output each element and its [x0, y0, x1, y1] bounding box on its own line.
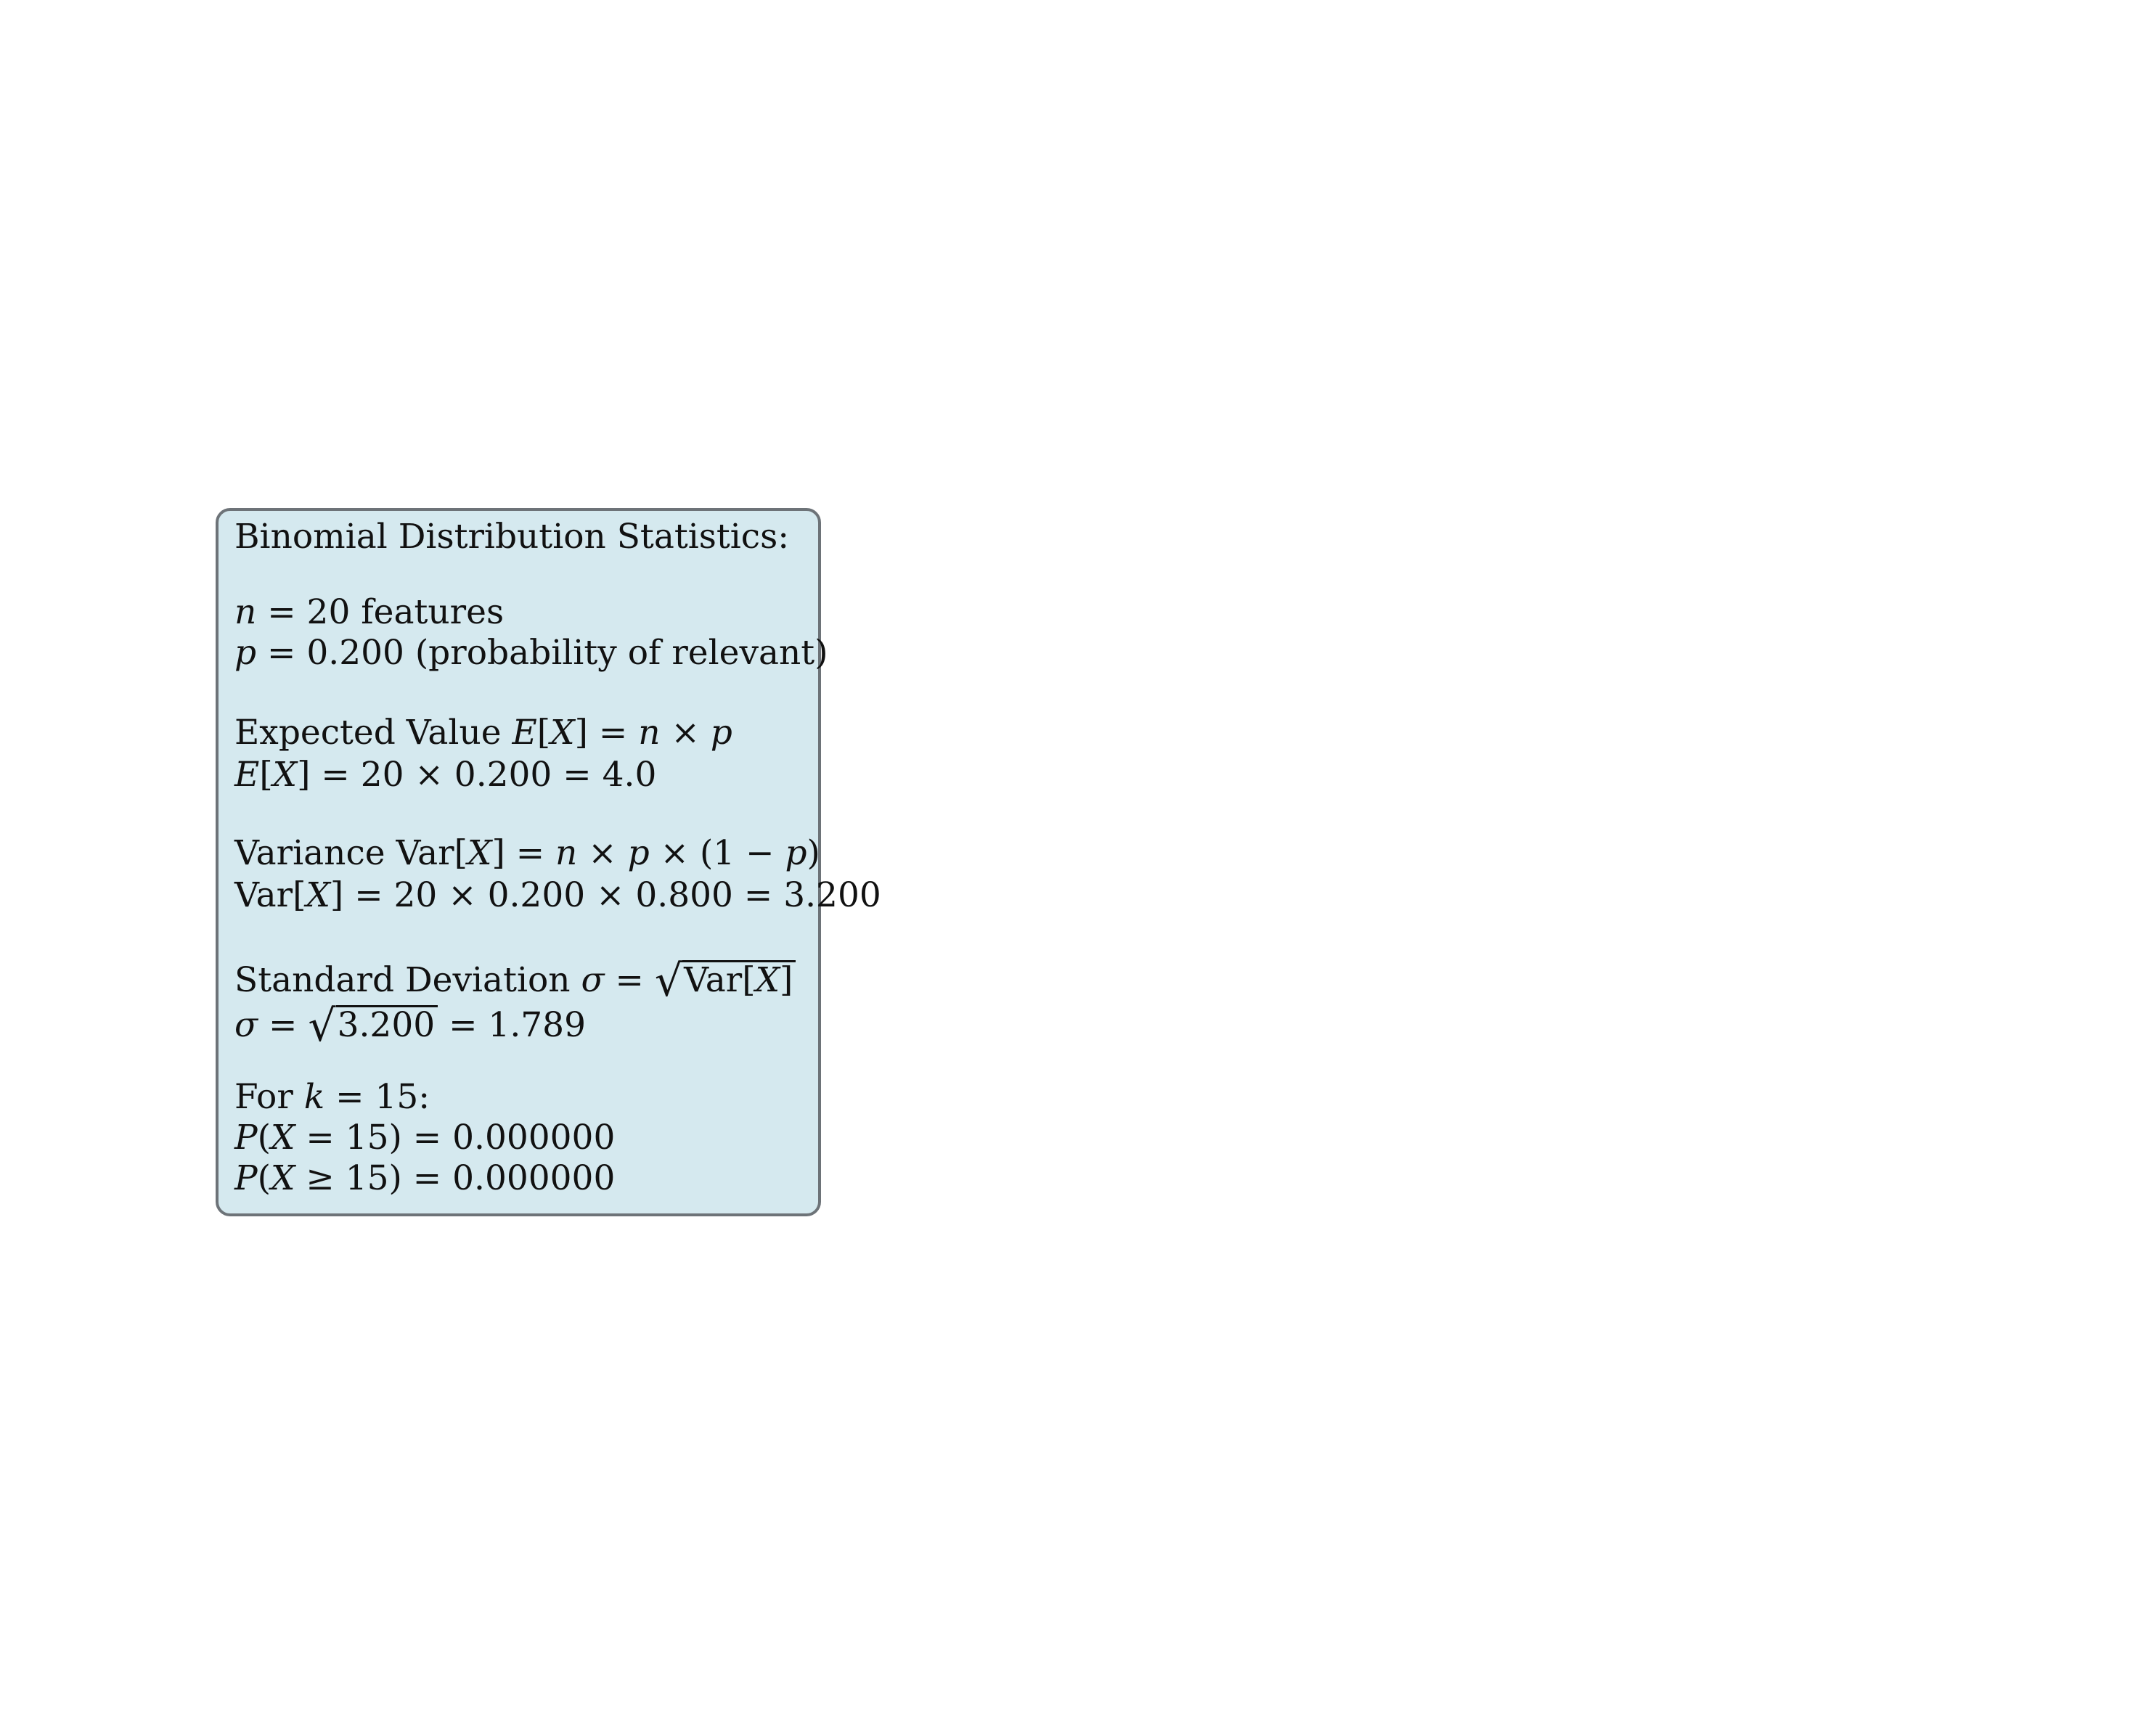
radicand-post: ]: [780, 960, 793, 1000]
panel-title: Binomial Distribution Statistics:: [234, 517, 789, 557]
p-line: p = 0.200 (probability of relevant): [234, 633, 828, 673]
variance-calc-rest: ] = 20 × 0.200 × 0.800 = 3.200: [330, 875, 881, 915]
variance-definition: Variance Var[X] = n × p × (1 − p): [234, 833, 820, 874]
pmf-open: (: [257, 1118, 271, 1158]
pmf-p: P: [234, 1118, 258, 1158]
variance-calculation: Var[X] = 20 × 0.200 × 0.800 = 3.200: [234, 875, 881, 916]
expected-calc-x: X: [272, 755, 298, 795]
stddev-calc-sigma: σ: [234, 1005, 258, 1045]
stddev-calc-result: = 1.789: [438, 1005, 586, 1045]
variance-x: X: [467, 833, 492, 873]
cdf-x: X: [270, 1158, 295, 1198]
expected-close: ] =: [574, 713, 639, 753]
variance-p2: p: [785, 833, 807, 873]
k-line: For k = 15:: [234, 1077, 430, 1118]
expected-calculation: E[X] = 20 × 0.200 = 4.0: [234, 755, 656, 795]
expected-p: p: [710, 713, 732, 753]
n-value: = 20 features: [256, 592, 505, 632]
stddev-calculation: σ = √3.200 = 1.789: [234, 1001, 586, 1052]
cdf-line: P(X ≥ 15) = 0.000000: [234, 1158, 615, 1199]
cdf-open: (: [257, 1158, 271, 1198]
expected-calc-open: [: [259, 755, 273, 795]
variance-calc-x: X: [306, 875, 330, 915]
variance-end: ): [807, 833, 820, 873]
p-value: = 0.200 (probability of relevant): [256, 633, 828, 673]
expected-label: Expected Value: [234, 713, 513, 753]
pmf-x: X: [270, 1118, 295, 1158]
n-variable: n: [234, 592, 257, 632]
expected-calc-rest: ] = 20 × 0.200 = 4.0: [297, 755, 657, 795]
radicand-pre: Var[: [684, 960, 756, 1000]
expected-definition: Expected Value E[X] = n × p: [234, 713, 732, 753]
cdf-rest: ≥ 15) = 0.000000: [295, 1158, 616, 1198]
variance-p: p: [627, 833, 650, 873]
p-variable: p: [234, 633, 257, 673]
radicand-x: X: [755, 960, 780, 1000]
stddev-calc-eq: =: [258, 1005, 309, 1045]
expected-calc-e: E: [234, 755, 260, 795]
expected-open: [: [536, 713, 551, 753]
expected-times: ×: [660, 713, 711, 753]
stddev-radicand: Var[X]: [682, 960, 796, 999]
stddev-eq: =: [604, 960, 655, 1000]
radical-icon: √: [654, 956, 683, 1007]
page: { "title": "Binomial Distribution Statis…: [0, 0, 2156, 1720]
expected-n: n: [638, 713, 661, 753]
variance-times-1: ×: [577, 833, 628, 873]
pmf-rest: = 15) = 0.000000: [295, 1118, 616, 1158]
variance-eq: ] =: [491, 833, 556, 873]
expected-x: X: [550, 713, 575, 753]
cdf-p: P: [234, 1158, 258, 1198]
stddev-label: Standard Deviation: [234, 960, 581, 1000]
n-line: n = 20 features: [234, 592, 504, 633]
variance-times-2: × (1 −: [649, 833, 785, 873]
for-label: For: [234, 1077, 304, 1117]
pmf-line: P(X = 15) = 0.000000: [234, 1118, 615, 1158]
stddev-sigma: σ: [581, 960, 605, 1000]
variance-calc-pre: Var[: [234, 875, 306, 915]
variance-n: n: [555, 833, 578, 873]
radical-icon-2: √: [308, 1001, 336, 1052]
stddev-definition: Standard Deviation σ = √Var[X]: [234, 956, 796, 1007]
expected-e: E: [512, 713, 537, 753]
variance-label: Variance Var[: [234, 833, 467, 873]
binomial-stats-panel: Binomial Distribution Statistics: n = 20…: [216, 508, 881, 1216]
k-variable: k: [303, 1077, 325, 1117]
k-value: = 15:: [324, 1077, 430, 1117]
title-text: Binomial Distribution Statistics:: [234, 517, 790, 557]
stddev-sqrt: √Var[X]: [654, 956, 796, 1007]
stddev-calc-sqrt: √3.200: [308, 1001, 438, 1052]
stddev-calc-radicand: 3.200: [335, 1005, 438, 1044]
